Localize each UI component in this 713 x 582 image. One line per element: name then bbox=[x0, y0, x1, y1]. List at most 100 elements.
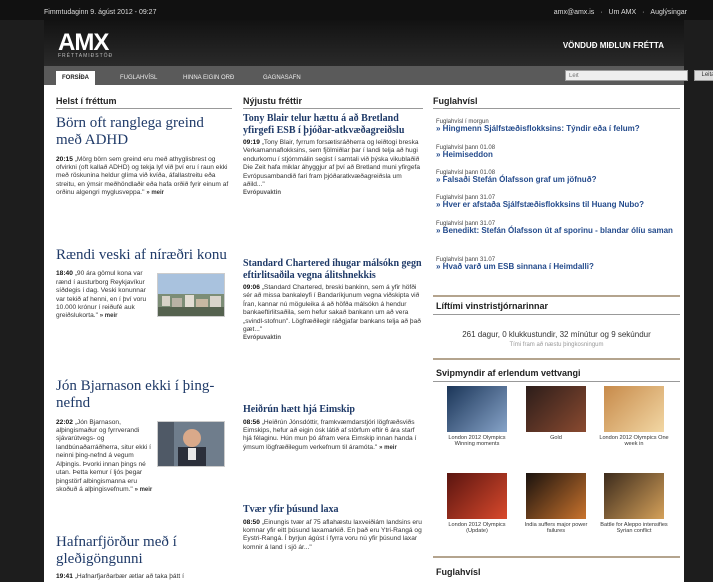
story-time: 09:19 bbox=[243, 139, 260, 146]
photo-thumbnail[interactable] bbox=[526, 386, 586, 432]
item-link[interactable]: Hver er afstaða Sjálfstæðisflokksins til… bbox=[436, 200, 680, 210]
story-title[interactable]: Hafnarfjörður með í gleðigöngunni bbox=[56, 534, 232, 569]
fuglahvisl-item: Fuglahvísl þann 31.07 Hver er afstaða Sj… bbox=[436, 195, 680, 210]
item-link[interactable]: Benedikt: Stefán Ólafsson út af sporinu … bbox=[436, 226, 680, 236]
item-link[interactable]: Hvað varð um ESB sinnana í Heimdalli? bbox=[436, 262, 680, 272]
story-time: 08:56 bbox=[243, 418, 260, 426]
separator: · bbox=[642, 9, 645, 16]
photos-title: Svipmyndir af erlendum vettvangi bbox=[436, 368, 581, 378]
story-title[interactable]: Standard Chartered íhugar málsókn gegn e… bbox=[243, 258, 423, 281]
middle-column-title: Nýjustu fréttir bbox=[243, 96, 303, 106]
story-title[interactable]: Börn oft ranglega greind með ADHD bbox=[56, 115, 232, 150]
news-story: Jón Bjarnason ekki í þing-nefnd 22:02 „J… bbox=[56, 378, 232, 529]
photo-thumbnail[interactable] bbox=[447, 473, 507, 519]
fuglahvisl-item: Fuglahvísl þann 01.08 Falsaði Stefán Óla… bbox=[436, 170, 680, 185]
divider bbox=[433, 314, 680, 315]
news-story: Heiðrún hætt hjá Eimskip 08:56 „Heiðrún … bbox=[243, 404, 423, 452]
photo-thumbnail[interactable] bbox=[526, 473, 586, 519]
fuglahvisl-footer-title: Fuglahvísl bbox=[436, 567, 481, 577]
tab-fuglahvisl[interactable]: FUGLAHVÍSL bbox=[114, 71, 163, 85]
divider bbox=[56, 108, 232, 109]
tab-hinna-eigin-ord[interactable]: HINNA EIGIN ORÐ bbox=[177, 71, 240, 85]
story-excerpt: 08:50 „Einungis tvær af 75 aflahæstu lax… bbox=[243, 519, 423, 553]
story-title[interactable]: Jón Bjarnason ekki í þing-nefnd bbox=[56, 378, 232, 413]
news-story: Standard Chartered íhugar málsókn gegn e… bbox=[243, 258, 423, 342]
story-excerpt: 22:02 „Jón Bjarnason, alþingismaður og f… bbox=[56, 419, 154, 495]
top-links: amx@amx.is · Um AMX · Auglýsingar bbox=[550, 9, 687, 16]
box-divider bbox=[433, 295, 680, 297]
fuglahvisl-item: Fuglahvísl í morgun Hingmenn Sjálfstæðis… bbox=[436, 119, 680, 134]
divider bbox=[433, 381, 680, 382]
site-header: AMX FRÉTTAMIÐSTÖÐ VÖNDUÐ MIÐLUN FRÉTTA bbox=[44, 20, 684, 66]
story-text: „Tony Blair, fyrrum forsætisráðherra og … bbox=[243, 139, 421, 189]
news-story: Hafnarfjörður með í gleðigöngunni 19:41 … bbox=[56, 534, 232, 581]
photo-caption[interactable]: Gold bbox=[519, 435, 593, 441]
source-label[interactable]: Evrópuvaktin bbox=[243, 335, 423, 343]
story-excerpt: 09:06 „Standard Chartered, breski bankin… bbox=[243, 284, 423, 342]
photo-caption[interactable]: London 2012 Olympics One week in bbox=[597, 435, 671, 448]
story-excerpt: 20:15 „Mörg börn sem greind eru með athy… bbox=[56, 156, 232, 198]
photo-caption[interactable]: India suffers major power failures bbox=[519, 522, 593, 535]
box-divider bbox=[433, 358, 680, 360]
story-thumbnail[interactable] bbox=[157, 273, 225, 318]
fuglahvisl-item: Fuglahvísl þann 31.07 Hvað varð um ESB s… bbox=[436, 257, 680, 272]
main-nav: FORSÍÐA FUGLAHVÍSL HINNA EIGIN ORÐ GAGNA… bbox=[44, 66, 713, 85]
story-excerpt: 19:41 „Hafnarfjarðarbær ætlar að taka þá… bbox=[56, 573, 232, 581]
story-time: 19:41 bbox=[56, 572, 73, 580]
item-link[interactable]: Falsaði Stefán Ólafsson graf um jöfnuð? bbox=[436, 175, 680, 185]
story-time: 22:02 bbox=[56, 418, 73, 426]
right-column-title: Fuglahvísl bbox=[433, 96, 478, 106]
story-text: „Einungis tvær af 75 aflahæstu laxveiðiá… bbox=[243, 518, 422, 551]
story-time: 18:40 bbox=[56, 270, 73, 278]
story-excerpt: 18:40 „90 ára gömul kona var rænd í aust… bbox=[56, 270, 154, 321]
item-link[interactable]: Hingmenn Sjálfstæðisflokksins: Týndir eð… bbox=[436, 124, 680, 134]
photo-thumbnail[interactable] bbox=[604, 386, 664, 432]
story-excerpt: 08:56 „Heiðrún Jónsdóttir, framkvæmdarst… bbox=[243, 419, 423, 453]
search-input[interactable] bbox=[565, 70, 688, 81]
photo-caption[interactable]: London 2012 Olympics Winning moments bbox=[440, 435, 514, 448]
tab-forsida[interactable]: FORSÍÐA bbox=[56, 71, 95, 85]
story-text: „Mörg börn sem greind eru með athyglisbr… bbox=[56, 155, 229, 197]
photo-thumbnail[interactable] bbox=[447, 386, 507, 432]
left-column-title: Helst í fréttum bbox=[56, 96, 117, 106]
story-text: „Jón Bjarnason, alþingismaður og fyrrver… bbox=[56, 418, 151, 494]
story-text: „Hafnarfjarðarbær ætlar að taka þátt í bbox=[74, 572, 184, 580]
story-title[interactable]: Heiðrún hætt hjá Eimskip bbox=[243, 404, 423, 416]
email-link[interactable]: amx@amx.is bbox=[554, 9, 595, 16]
story-title[interactable]: Tvær yfir þúsund laxa bbox=[243, 504, 423, 516]
story-text: „Standard Chartered, breski bankinn, sem… bbox=[243, 284, 421, 334]
top-bar: Fimmtudaginn 9. ágúst 2012 - 09:27 amx@a… bbox=[0, 0, 713, 20]
news-story: Rændi veski af níræðri konu 18:40 „90 ár… bbox=[56, 247, 232, 350]
search-button[interactable]: Leita bbox=[694, 70, 713, 81]
fuglahvisl-item: Fuglahvísl þann 01.08 Heimiseddon bbox=[436, 145, 680, 160]
ads-link[interactable]: Auglýsingar bbox=[650, 9, 687, 16]
story-time: 20:15 bbox=[56, 155, 73, 163]
about-link[interactable]: Um AMX bbox=[609, 9, 637, 16]
story-time: 08:50 bbox=[243, 518, 260, 526]
current-date: Fimmtudaginn 9. ágúst 2012 - 09:27 bbox=[44, 9, 157, 16]
item-link[interactable]: Heimiseddon bbox=[436, 150, 680, 160]
story-excerpt: 09:19 „Tony Blair, fyrrum forsætisráðher… bbox=[243, 139, 423, 197]
countdown-caption: Tími fram að næstu þingkosningum bbox=[509, 342, 604, 348]
source-label[interactable]: Evrópuvaktin bbox=[243, 190, 423, 198]
more-link[interactable]: » meir bbox=[146, 190, 164, 196]
tab-gagnasafn[interactable]: GAGNASAFN bbox=[257, 71, 307, 85]
news-story: Börn oft ranglega greind með ADHD 20:15 … bbox=[56, 115, 232, 198]
news-story: Tony Blair telur hættu á að Bretland yfi… bbox=[243, 113, 423, 197]
photo-caption[interactable]: London 2012 Olympics (Update) bbox=[440, 522, 514, 535]
box-divider bbox=[433, 556, 680, 558]
news-story: Tvær yfir þúsund laxa 08:50 „Einungis tv… bbox=[243, 504, 423, 552]
story-title[interactable]: Rændi veski af níræðri konu bbox=[56, 247, 232, 264]
more-link[interactable]: » meir bbox=[135, 487, 153, 493]
photo-caption[interactable]: Battle for Aleppo intensifies Syrian con… bbox=[597, 522, 671, 535]
more-link[interactable]: » meir bbox=[100, 313, 118, 319]
story-thumbnail[interactable] bbox=[157, 420, 225, 467]
site-slogan: VÖNDUÐ MIÐLUN FRÉTTA bbox=[562, 41, 664, 50]
divider bbox=[433, 108, 680, 109]
separator: · bbox=[600, 9, 603, 16]
photo-thumbnail[interactable] bbox=[604, 473, 664, 519]
more-link[interactable]: » meir bbox=[379, 445, 397, 451]
govt-counter-title: Líftími vinstristjórnarinnar bbox=[436, 301, 549, 311]
logo-subtitle: FRÉTTAMIÐSTÖÐ bbox=[58, 53, 114, 59]
story-title[interactable]: Tony Blair telur hættu á að Bretland yfi… bbox=[243, 113, 423, 136]
